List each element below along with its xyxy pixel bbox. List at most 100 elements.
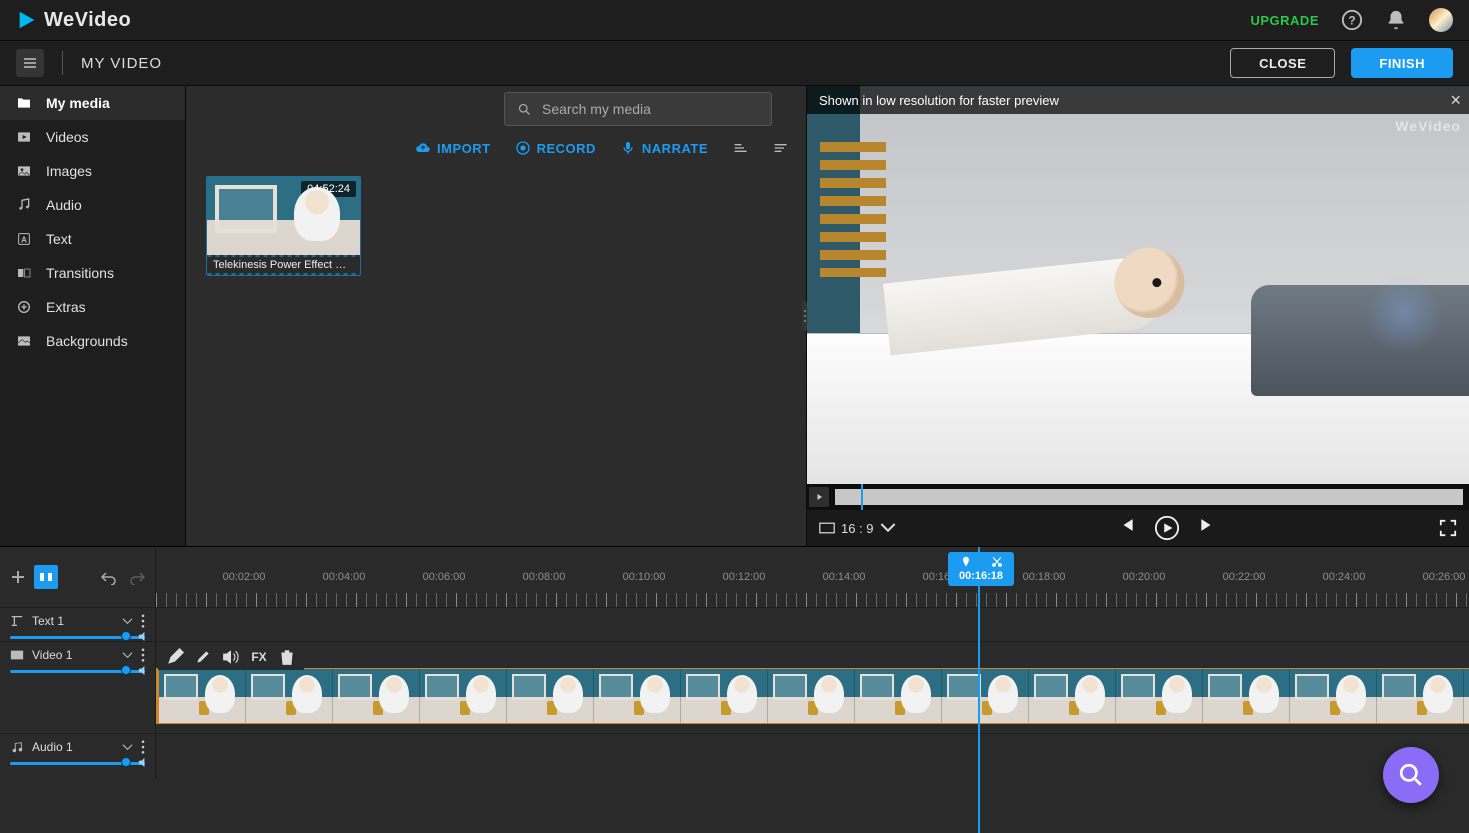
trash-icon[interactable] bbox=[278, 648, 296, 666]
track-label: Audio 1 bbox=[32, 740, 73, 754]
cloud-upload-icon bbox=[415, 140, 431, 156]
brush-icon[interactable] bbox=[194, 648, 212, 666]
close-button[interactable]: CLOSE bbox=[1230, 48, 1335, 78]
track-more-icon[interactable] bbox=[141, 614, 145, 628]
chevron-down-icon[interactable] bbox=[122, 650, 133, 661]
sidebar-item-label: Extras bbox=[46, 299, 86, 315]
mic-icon bbox=[620, 140, 636, 156]
help-fab[interactable] bbox=[1383, 747, 1439, 803]
add-track-button[interactable] bbox=[6, 565, 30, 589]
preview-notice: Shown in low resolution for faster previ… bbox=[807, 86, 1469, 114]
sidebar-item-images[interactable]: Images bbox=[0, 154, 185, 188]
preview-panel: Shown in low resolution for faster previ… bbox=[806, 86, 1469, 546]
sidebar-item-label: My media bbox=[46, 95, 110, 111]
marker-icon[interactable] bbox=[960, 556, 972, 568]
fullscreen-button[interactable] bbox=[1439, 519, 1457, 537]
ruler-time: 00:20:00 bbox=[1123, 571, 1166, 583]
sidebar-item-my-media[interactable]: My media bbox=[0, 86, 185, 120]
video-icon bbox=[16, 129, 32, 145]
folder-icon bbox=[16, 95, 32, 111]
play-button[interactable] bbox=[1154, 515, 1180, 541]
text-icon: A bbox=[16, 231, 32, 247]
ruler-time: 00:06:00 bbox=[423, 571, 466, 583]
redo-button[interactable] bbox=[125, 565, 149, 589]
chevron-down-icon[interactable] bbox=[122, 616, 133, 627]
aspect-ratio-select[interactable]: 16 : 9 bbox=[819, 521, 896, 536]
edit-icon[interactable] bbox=[166, 648, 184, 666]
undo-button[interactable] bbox=[97, 565, 121, 589]
search-input[interactable]: Search my media bbox=[504, 92, 772, 126]
timeline-ruler[interactable]: 00:02:00 00:04:00 00:06:00 00:08:00 00:10:00… bbox=[156, 547, 1469, 607]
preview-canvas[interactable]: Shown in low resolution for faster previ… bbox=[807, 86, 1469, 484]
sidebar-item-label: Images bbox=[46, 163, 92, 179]
chevron-down-icon bbox=[880, 522, 896, 534]
help-icon[interactable]: ? bbox=[1341, 9, 1363, 31]
track-more-icon[interactable] bbox=[141, 740, 145, 754]
media-clip[interactable]: 04:52:24 Telekinesis Power Effect Wonde.… bbox=[206, 176, 361, 276]
track-more-icon[interactable] bbox=[141, 648, 145, 662]
avatar[interactable] bbox=[1429, 8, 1453, 32]
timeline: 00:02:00 00:04:00 00:06:00 00:08:00 00:10:00… bbox=[0, 546, 1469, 833]
track-video: Video 1 FX bbox=[0, 641, 1469, 733]
menu-button[interactable] bbox=[16, 49, 44, 77]
text-track-icon bbox=[10, 614, 24, 628]
sidebar-item-transitions[interactable]: Transitions bbox=[0, 256, 185, 290]
mute-icon[interactable] bbox=[222, 648, 240, 666]
app-logo[interactable]: WeVideo bbox=[16, 9, 131, 32]
sidebar-item-audio[interactable]: Audio bbox=[0, 188, 185, 222]
ruler-time: 00:10:00 bbox=[623, 571, 666, 583]
app-name: WeVideo bbox=[44, 9, 131, 32]
ruler-time: 00:12:00 bbox=[723, 571, 766, 583]
track-volume[interactable] bbox=[10, 634, 145, 640]
bell-icon[interactable] bbox=[1385, 9, 1407, 31]
logo-icon bbox=[16, 9, 38, 31]
track-label: Video 1 bbox=[32, 648, 72, 662]
next-frame-button[interactable] bbox=[1198, 515, 1218, 535]
snap-button[interactable] bbox=[34, 565, 58, 589]
sidebar-item-videos[interactable]: Videos bbox=[0, 120, 185, 154]
sidebar-item-extras[interactable]: Extras bbox=[0, 290, 185, 324]
cut-icon[interactable] bbox=[991, 556, 1003, 568]
clip-title: Telekinesis Power Effect Wonde... bbox=[207, 255, 360, 275]
ruler-time: 00:02:00 bbox=[223, 571, 266, 583]
ruler-time: 00:18:00 bbox=[1023, 571, 1066, 583]
ruler-time: 00:26:00 bbox=[1423, 571, 1466, 583]
transition-icon bbox=[16, 265, 32, 281]
chevron-down-icon[interactable] bbox=[122, 742, 133, 753]
prev-frame-button[interactable] bbox=[1116, 515, 1136, 535]
upgrade-link[interactable]: UPGRADE bbox=[1250, 13, 1319, 28]
clip-duration: 04:52:24 bbox=[301, 181, 356, 197]
track-volume[interactable] bbox=[10, 760, 145, 766]
watermark: WeVideo bbox=[1395, 118, 1461, 134]
set-in-point-button[interactable] bbox=[809, 487, 829, 507]
ruler-time: 00:04:00 bbox=[323, 571, 366, 583]
playhead-line[interactable] bbox=[978, 607, 980, 833]
track-volume[interactable] bbox=[10, 668, 145, 674]
timeline-clip[interactable] bbox=[156, 668, 1469, 724]
ruler-time: 00:08:00 bbox=[523, 571, 566, 583]
track-text: Text 1 bbox=[0, 607, 1469, 641]
sidebar-item-text[interactable]: A Text bbox=[0, 222, 185, 256]
playhead[interactable]: 00:16:18 bbox=[978, 547, 980, 607]
record-button[interactable]: RECORD bbox=[515, 140, 596, 156]
sidebar-item-label: Videos bbox=[46, 129, 89, 145]
fx-button[interactable]: FX bbox=[250, 648, 268, 666]
narrate-button[interactable]: NARRATE bbox=[620, 140, 708, 156]
media-panel: Search my media IMPORT RECORD NARRATE 04… bbox=[186, 86, 806, 546]
zoom-icon bbox=[1398, 762, 1424, 788]
playhead-timecode: 00:16:18 bbox=[948, 570, 1014, 582]
sort-asc-icon[interactable] bbox=[732, 142, 748, 154]
import-button[interactable]: IMPORT bbox=[415, 140, 491, 156]
sidebar-item-label: Backgrounds bbox=[46, 333, 128, 349]
search-icon bbox=[517, 102, 532, 117]
preview-scrubber[interactable] bbox=[807, 484, 1469, 510]
sidebar: My media Videos Images Audio A Text Tran… bbox=[0, 86, 186, 546]
close-icon[interactable]: × bbox=[1450, 90, 1461, 111]
finish-button[interactable]: FINISH bbox=[1351, 48, 1453, 78]
hamburger-icon bbox=[22, 55, 38, 71]
sidebar-item-backgrounds[interactable]: Backgrounds bbox=[0, 324, 185, 358]
sort-desc-icon[interactable] bbox=[772, 142, 788, 154]
project-title: MY VIDEO bbox=[81, 55, 162, 72]
video-track-icon bbox=[10, 648, 24, 662]
sidebar-item-label: Text bbox=[46, 231, 72, 247]
